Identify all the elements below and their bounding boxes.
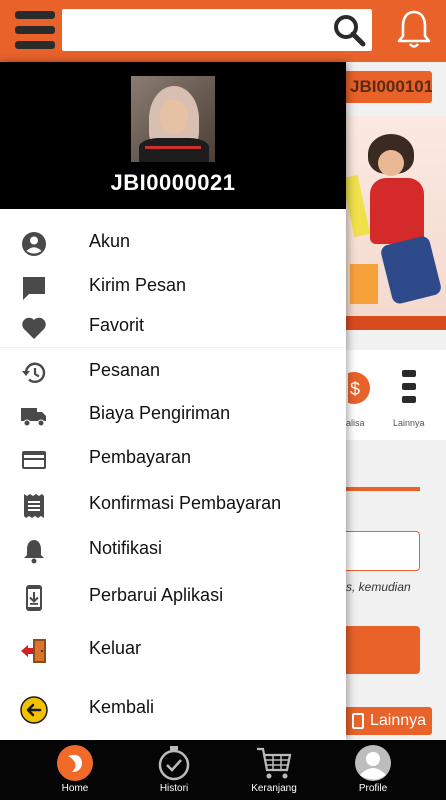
menu-label: Kirim Pesan	[89, 275, 187, 295]
menu-label: Konfirmasi Pembayaran	[89, 493, 282, 513]
menu-item-akun[interactable]: Akun	[0, 223, 346, 263]
avatar[interactable]	[131, 76, 215, 162]
menu-label: Keluar	[89, 638, 142, 658]
nav-profile[interactable]: Profile	[328, 740, 418, 800]
exit-door-icon	[21, 639, 46, 663]
history-icon	[22, 362, 46, 383]
text-input[interactable]	[346, 531, 420, 571]
document-icon	[352, 713, 364, 729]
menu-item-keluar[interactable]: Keluar	[0, 630, 346, 670]
menu-item-favorit[interactable]: Favorit	[0, 307, 346, 347]
navigation-drawer: JBI0000021 Akun Kirim Pesan Favorit Pesa…	[0, 62, 346, 740]
menu-label: Pesanan	[89, 360, 161, 380]
menu-item-biaya-pengiriman[interactable]: Biaya Pengiriman	[0, 395, 346, 435]
account-circle-icon	[22, 232, 46, 256]
svg-text:$: $	[350, 379, 360, 399]
menu-label: Biaya Pengiriman	[89, 403, 231, 423]
menu-item-pesanan[interactable]: Pesanan	[0, 352, 346, 392]
message-icon	[23, 277, 45, 300]
search-input[interactable]	[62, 9, 372, 51]
menu-label: Perbarui Aplikasi	[89, 585, 224, 605]
phone-update-icon	[26, 585, 42, 611]
money-bag-icon[interactable]: $	[348, 366, 370, 406]
category-label: alisa	[346, 418, 365, 428]
cart-icon	[257, 747, 292, 779]
nav-histori[interactable]: Histori	[129, 740, 219, 800]
more-button-label: Lainnya	[370, 712, 427, 729]
notification-bell-icon[interactable]	[396, 8, 432, 52]
user-id: JBI0000021	[110, 170, 236, 195]
nav-label: Home	[61, 783, 89, 794]
profile-icon	[355, 745, 391, 781]
home-logo-icon	[57, 745, 93, 781]
more-menu-icon[interactable]	[402, 370, 416, 404]
top-app-bar	[0, 0, 446, 62]
submit-button[interactable]	[346, 626, 420, 674]
menu-icon[interactable]	[12, 9, 58, 51]
menu-label: Notifikasi	[89, 538, 163, 558]
nav-keranjang[interactable]: Keranjang	[229, 740, 319, 800]
nav-label: Profile	[358, 783, 388, 794]
drawer-header: JBI0000021	[0, 62, 346, 209]
menu-item-pembayaran[interactable]: Pembayaran	[0, 439, 346, 479]
search-icon[interactable]	[332, 13, 366, 47]
menu-item-perbarui-aplikasi[interactable]: Perbarui Aplikasi	[0, 577, 346, 617]
nav-label: Histori	[159, 783, 189, 794]
promo-banner[interactable]	[346, 116, 446, 330]
menu-item-notifikasi[interactable]: Notifikasi	[0, 530, 346, 570]
more-label: Lainnya	[393, 418, 425, 428]
credit-card-icon	[22, 451, 46, 469]
receipt-icon	[24, 494, 44, 518]
category-row: $ alisa Lainnya	[346, 350, 446, 440]
more-button[interactable]: Lainnya	[346, 707, 432, 735]
menu-item-kembali[interactable]: Kembali	[0, 689, 346, 729]
back-arrow-icon	[20, 696, 48, 724]
menu-label: Favorit	[89, 315, 145, 335]
menu-item-kirim-pesan[interactable]: Kirim Pesan	[0, 267, 346, 307]
bottom-navigation: Home Histori Keranjang Profile	[0, 740, 446, 800]
member-id-badge: JBI0001015	[346, 71, 432, 103]
menu-item-konfirmasi-pembayaran[interactable]: Konfirmasi Pembayaran	[0, 485, 346, 525]
timer-check-icon	[158, 746, 190, 781]
menu-label: Pembayaran	[89, 447, 192, 467]
menu-label: Akun	[89, 231, 131, 251]
bell-icon	[24, 540, 44, 564]
truck-icon	[21, 408, 46, 427]
section-divider	[346, 487, 420, 491]
nav-label: Keranjang	[251, 783, 297, 794]
menu-label: Kembali	[89, 697, 155, 717]
nav-home[interactable]: Home	[30, 740, 120, 800]
helper-text: s, kemudian	[346, 580, 411, 594]
heart-icon	[22, 317, 46, 339]
